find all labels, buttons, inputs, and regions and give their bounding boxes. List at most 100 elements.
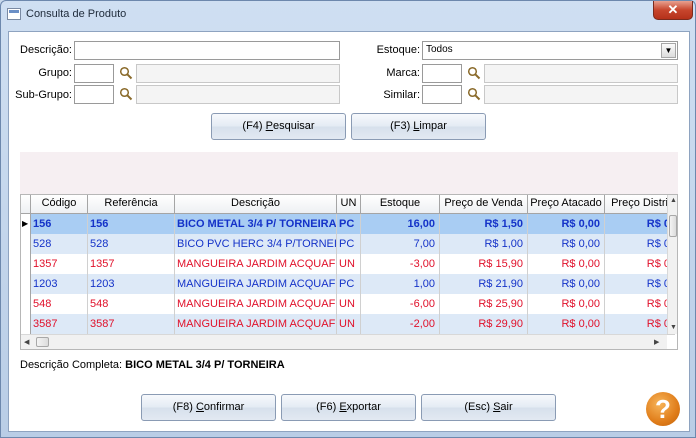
table-row[interactable]: ▶ 156 156 BICO METAL 3/4 P/ TORNEIRA PC 16,00… — [21, 214, 675, 235]
window-title: Consulta de Produto — [26, 8, 127, 20]
vertical-scroll-thumb[interactable] — [669, 215, 677, 237]
pesquisar-label: esquisar — [273, 120, 315, 132]
grupo-description-field — [136, 64, 340, 83]
estoque-select[interactable]: Todos ▼ — [422, 41, 678, 60]
header-indicator-cell — [21, 195, 31, 214]
cell-estoque: -2,00 — [361, 314, 440, 335]
descricao-input[interactable] — [74, 41, 340, 60]
column-header-preco-atacado[interactable]: Preço Atacado — [528, 195, 605, 214]
column-header-codigo[interactable]: Código — [31, 195, 88, 214]
cell-codigo: 3587 — [31, 314, 88, 335]
help-icon[interactable]: ? — [646, 392, 680, 426]
cell-descricao: BICO METAL 3/4 P/ TORNEIRA — [175, 214, 337, 235]
grupo-label: Grupo: — [38, 67, 72, 79]
cell-estoque: 16,00 — [361, 214, 440, 235]
cell-preco-atacado: R$ 0,00 — [528, 234, 605, 255]
cell-preco-venda: R$ 29,90 — [440, 314, 528, 335]
table-row[interactable]: 528 528 BICO PVC HERC 3/4 P/TORNEIRA PC 7,00… — [21, 234, 675, 255]
cell-codigo: 156 — [31, 214, 88, 235]
marca-label: Marca: — [386, 67, 420, 79]
sair-shortcut: (Esc) — [464, 401, 494, 413]
cell-preco-distrib: R$ 0 — [605, 234, 675, 255]
similar-search-icon[interactable] — [467, 87, 481, 101]
cell-preco-atacado: R$ 0,00 — [528, 214, 605, 235]
scroll-down-icon[interactable]: ▼ — [670, 324, 677, 331]
cell-estoque: 1,00 — [361, 274, 440, 295]
vertical-scrollbar[interactable]: ▲ ▼ — [667, 195, 677, 334]
products-grid[interactable]: Código Referência Descrição UN Estoque Preço … — [20, 194, 678, 350]
column-header-un[interactable]: UN — [337, 195, 361, 214]
row-indicator-cell — [21, 254, 31, 275]
app-icon — [7, 8, 21, 20]
cell-descricao: MANGUEIRA JARDIM ACQUAFLEX — [175, 274, 337, 295]
similar-label: Similar: — [383, 89, 420, 101]
grupo-search-icon[interactable] — [119, 66, 133, 80]
pesquisar-button[interactable]: (F4) Pesquisar — [211, 113, 346, 140]
title-bar[interactable]: Consulta de Produto ✕ — [1, 1, 695, 27]
column-header-estoque[interactable]: Estoque — [361, 195, 440, 214]
horizontal-scrollbar[interactable]: ◀ ▶ — [21, 334, 667, 349]
scroll-right-icon[interactable]: ▶ — [654, 338, 659, 346]
cell-referencia: 156 — [88, 214, 175, 235]
cell-preco-atacado: R$ 0,00 — [528, 294, 605, 315]
column-header-descricao[interactable]: Descrição — [175, 195, 337, 214]
row-indicator-cell — [21, 234, 31, 255]
chevron-down-icon[interactable]: ▼ — [661, 43, 676, 58]
column-header-referencia[interactable]: Referência — [88, 195, 175, 214]
marca-code-input[interactable] — [422, 64, 462, 83]
cell-descricao: MANGUEIRA JARDIM ACQUAFLEX — [175, 294, 337, 315]
cell-preco-distrib: R$ 0 — [605, 214, 675, 235]
confirmar-label: onfirmar — [203, 401, 245, 413]
confirmar-button[interactable]: (F8) Confirmar — [141, 394, 276, 421]
exportar-accelerator: E — [339, 401, 347, 413]
exportar-shortcut: (F6) — [316, 401, 340, 413]
scroll-up-icon[interactable]: ▲ — [670, 197, 677, 204]
subgrupo-description-field — [136, 85, 340, 104]
table-row[interactable]: 35873587MANGUEIRA JARDIM ACQUAFLEXUN-2,0… — [21, 314, 675, 335]
sair-label: air — [500, 401, 513, 413]
table-row[interactable]: 12031203MANGUEIRA JARDIM ACQUAFLEXPC1,00… — [21, 274, 675, 295]
grupo-code-input[interactable] — [74, 64, 114, 83]
subgrupo-search-icon[interactable] — [119, 87, 133, 101]
cell-un: UN — [337, 294, 361, 315]
row-indicator-cell — [21, 314, 31, 335]
cell-un: PC — [337, 274, 361, 295]
limpar-button[interactable]: (F3) Limpar — [351, 113, 486, 140]
full-description-value: BICO METAL 3/4 P/ TORNEIRA — [125, 359, 285, 371]
cell-codigo: 528 — [31, 234, 88, 255]
grid-header: Código Referência Descrição UN Estoque Preço … — [21, 195, 675, 214]
scroll-left-icon[interactable]: ◀ — [24, 338, 29, 346]
marca-description-field — [484, 64, 678, 83]
cell-un: PC — [337, 214, 361, 235]
cell-preco-atacado: R$ 0,00 — [528, 254, 605, 275]
limpar-label: impar — [419, 120, 447, 132]
exportar-button[interactable]: (F6) Exportar — [281, 394, 416, 421]
window-client-area: Descrição: Grupo: Sub-Grupo: Estoque: To… — [8, 31, 690, 432]
column-header-preco-distrib[interactable]: Preço Distri — [605, 195, 675, 214]
sair-button[interactable]: (Esc) Sair — [421, 394, 556, 421]
cell-preco-venda: R$ 15,90 — [440, 254, 528, 275]
cell-preco-atacado: R$ 0,00 — [528, 314, 605, 335]
column-header-preco-venda[interactable]: Preço de Venda — [440, 195, 528, 214]
confirmar-accelerator: C — [195, 401, 204, 413]
horizontal-scroll-thumb[interactable] — [36, 337, 49, 347]
grid-group-panel — [20, 152, 678, 194]
row-pointer-icon: ▶ — [21, 214, 31, 235]
table-row[interactable]: 13571357MANGUEIRA JARDIM ACQUAFLEXUN-3,0… — [21, 254, 675, 275]
exportar-label: xportar — [346, 401, 381, 413]
cell-preco-venda: R$ 1,00 — [440, 234, 528, 255]
similar-code-input[interactable] — [422, 85, 462, 104]
cell-referencia: 548 — [88, 294, 175, 315]
full-description: Descrição Completa: BICO METAL 3/4 P/ TO… — [20, 359, 285, 371]
subgrupo-code-input[interactable] — [74, 85, 114, 104]
close-button[interactable]: ✕ — [653, 1, 693, 20]
cell-preco-distrib: R$ 0 — [605, 294, 675, 315]
similar-description-field — [484, 85, 678, 104]
marca-search-icon[interactable] — [467, 66, 481, 80]
cell-descricao: BICO PVC HERC 3/4 P/TORNEIRA — [175, 234, 337, 255]
cell-preco-distrib: R$ 0 — [605, 314, 675, 335]
cell-preco-venda: R$ 1,50 — [440, 214, 528, 235]
table-row[interactable]: 548548MANGUEIRA JARDIM ACQUAFLEXUN-6,00R… — [21, 294, 675, 315]
cell-codigo: 548 — [31, 294, 88, 315]
full-description-label: Descrição Completa: — [20, 359, 123, 371]
